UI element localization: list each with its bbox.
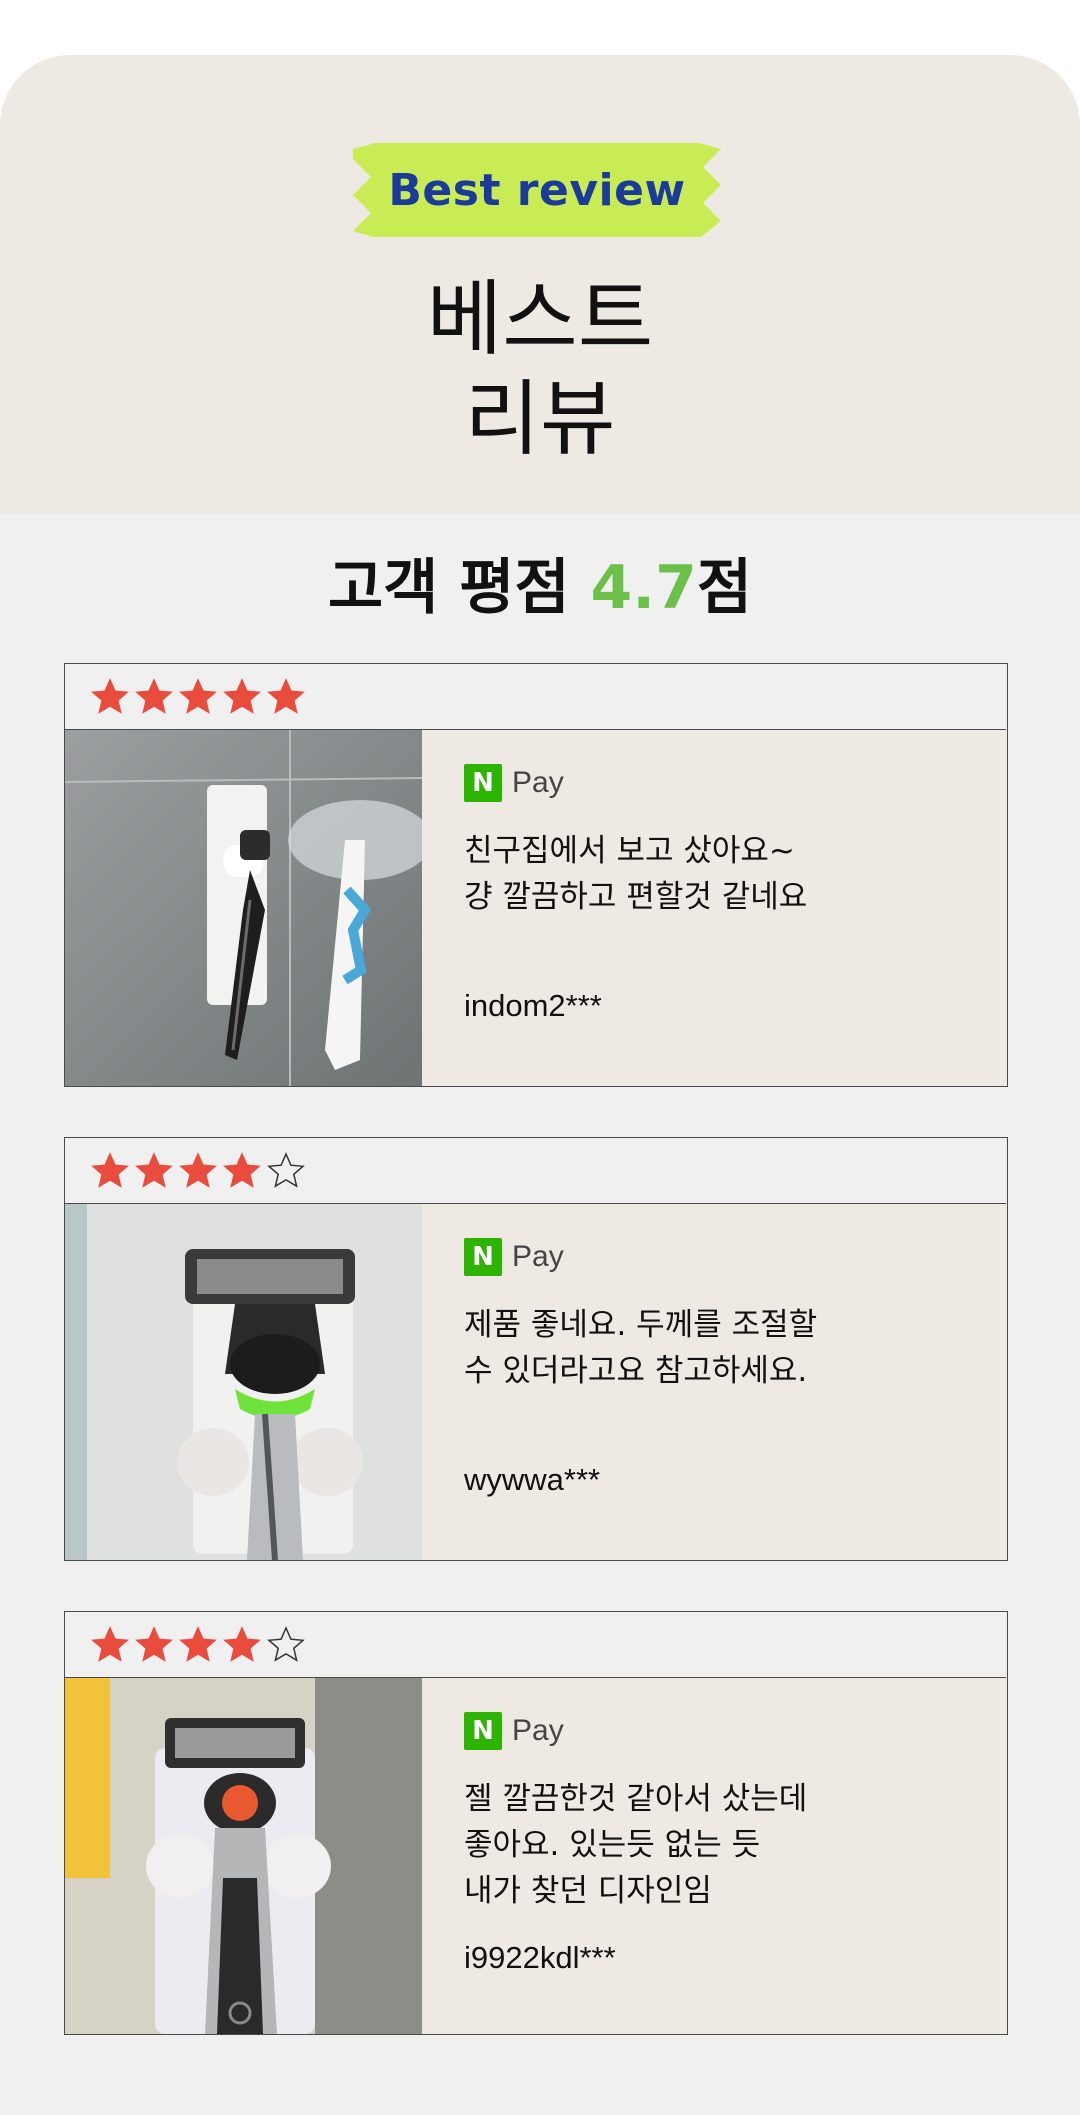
- star-filled-icon: [223, 1625, 261, 1662]
- review-text: 젤 깔끔한것 같아서 샀는데 좋아요. 있는듯 없는 듯 내가 찾던 디자인임: [464, 1781, 808, 1909]
- star-filled-icon: [91, 677, 129, 714]
- star-filled-icon: [179, 1625, 217, 1662]
- star-filled-icon: [135, 1625, 173, 1662]
- badge-label: Best review: [388, 164, 686, 216]
- razor-green-photo-image: [65, 1204, 422, 1560]
- reviewer-id: wywwa***: [464, 1462, 601, 1497]
- star-empty-icon: [267, 1625, 305, 1662]
- rating-score: 4.7: [590, 553, 697, 623]
- star-filled-icon: [91, 1151, 129, 1188]
- rating-summary: 고객 평점 4.7점: [0, 548, 1080, 628]
- review-body: N Pay 친구집에서 보고 샀아요~ 걍 깔끔하고 편할것 같네요 indom…: [422, 730, 1006, 1086]
- page-title: 베스트 리뷰: [0, 270, 1080, 470]
- star-filled-icon: [179, 1151, 217, 1188]
- star-filled-icon: [223, 1151, 261, 1188]
- review-body: N Pay 젤 깔끔한것 같아서 샀는데 좋아요. 있는듯 없는 듯 내가 찾던…: [422, 1678, 1006, 2034]
- npay-label: Pay: [512, 1714, 564, 1747]
- review-photo[interactable]: [65, 1204, 422, 1560]
- npay-logo-icon: N: [464, 764, 502, 802]
- razor-orange-photo-image: [65, 1678, 422, 2034]
- review-photo[interactable]: [65, 730, 422, 1086]
- star-rating: [65, 664, 1006, 730]
- star-filled-icon: [179, 677, 217, 714]
- star-rating: [65, 1612, 1006, 1678]
- review-card: N Pay 젤 깔끔한것 같아서 샀는데 좋아요. 있는듯 없는 듯 내가 찾던…: [64, 1611, 1008, 2035]
- star-filled-icon: [267, 677, 305, 714]
- rating-summary-prefix: 고객 평점: [327, 553, 591, 623]
- review-photo[interactable]: [65, 1678, 422, 2034]
- star-empty-icon: [267, 1151, 305, 1188]
- star-rating: [65, 1138, 1006, 1204]
- review-text: 친구집에서 보고 샀아요~ 걍 깔끔하고 편할것 같네요: [464, 833, 808, 915]
- review-card: N Pay 제품 좋네요. 두께를 조절할 수 있더라고요 참고하세요. wyw…: [64, 1137, 1008, 1561]
- reviewer-id: indom2***: [464, 988, 602, 1023]
- review-body: N Pay 제품 좋네요. 두께를 조절할 수 있더라고요 참고하세요. wyw…: [422, 1204, 1006, 1560]
- npay-label: Pay: [512, 766, 564, 799]
- npay-badge: N Pay: [464, 764, 564, 802]
- reviewer-id: i9922kdl***: [464, 1940, 616, 1975]
- npay-logo-icon: N: [464, 1712, 502, 1750]
- razor-holder-photo-image: [65, 730, 422, 1086]
- npay-label: Pay: [512, 1240, 564, 1273]
- page-title-line2: 리뷰: [464, 372, 616, 467]
- npay-logo-icon: N: [464, 1238, 502, 1276]
- npay-badge: N Pay: [464, 1712, 564, 1750]
- star-filled-icon: [223, 677, 261, 714]
- npay-badge: N Pay: [464, 1238, 564, 1276]
- review-card: N Pay 친구집에서 보고 샀아요~ 걍 깔끔하고 편할것 같네요 indom…: [64, 663, 1008, 1087]
- page-title-line1: 베스트: [426, 272, 654, 367]
- star-filled-icon: [91, 1625, 129, 1662]
- star-filled-icon: [135, 1151, 173, 1188]
- review-text: 제품 좋네요. 두께를 조절할 수 있더라고요 참고하세요.: [464, 1307, 818, 1389]
- star-filled-icon: [135, 677, 173, 714]
- rating-summary-suffix: 점: [696, 553, 753, 623]
- best-review-badge: Best review: [353, 143, 721, 237]
